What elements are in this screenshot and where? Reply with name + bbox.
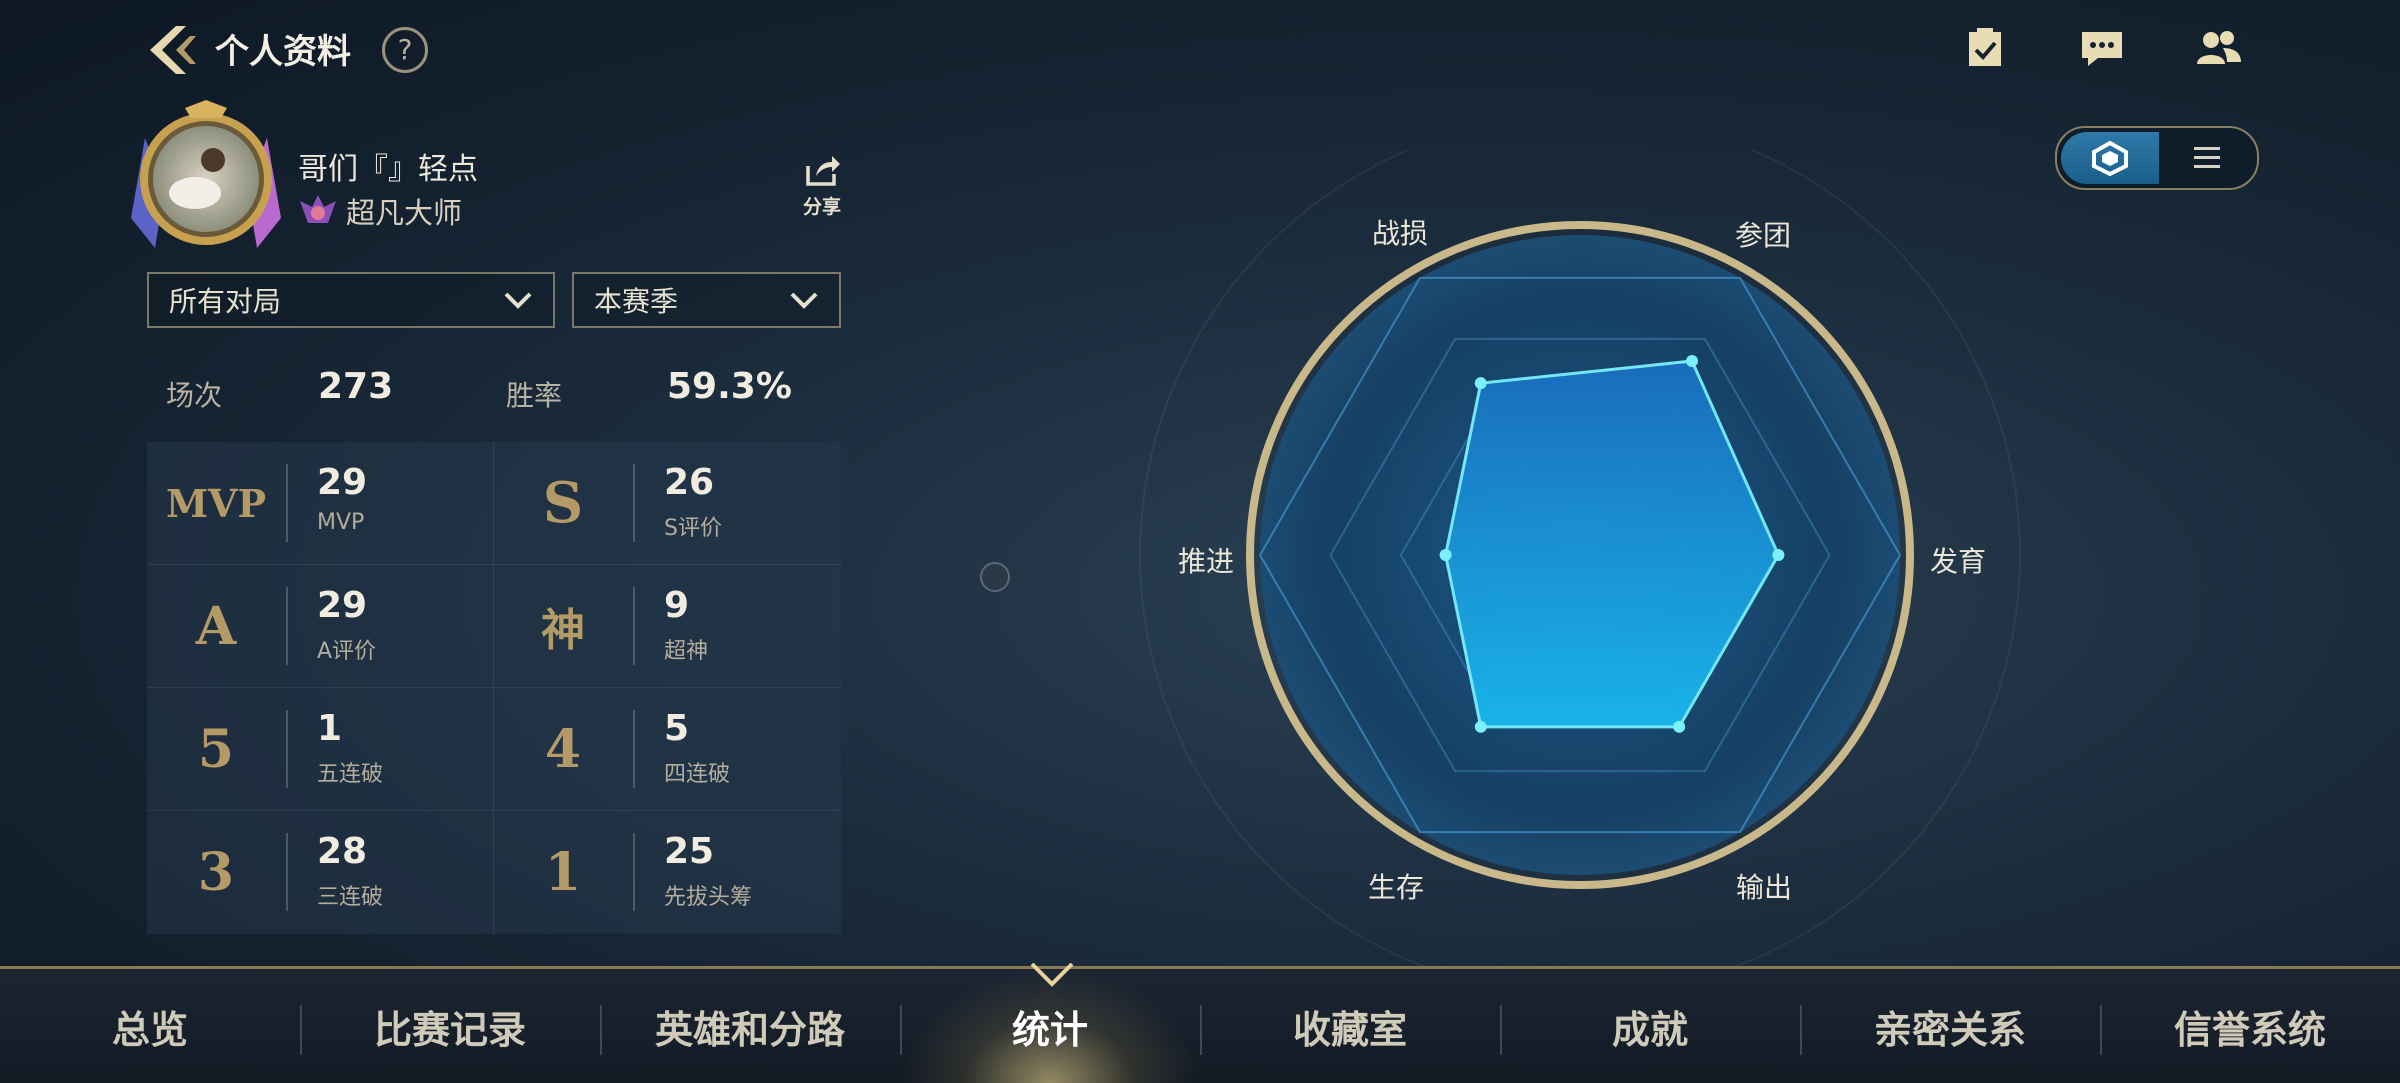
stat-label: 四连破 <box>664 762 731 787</box>
stat-s-rating: S 26 S评价 <box>494 442 841 565</box>
s-rating-icon: S <box>542 470 584 536</box>
stat-value: 5 <box>664 708 690 749</box>
season-value: 本赛季 <box>594 285 679 318</box>
stat-label: 超神 <box>664 639 709 664</box>
tab-credit-system[interactable]: 信誉系统 <box>2100 969 2400 1083</box>
quadra-kill-icon: 4 <box>544 718 582 780</box>
stat-penta-kill: 5 1 五连破 <box>147 688 494 811</box>
radar-axis-label: 参团 <box>1735 219 1792 252</box>
tab-heroes-lanes[interactable]: 英雄和分路 <box>600 969 900 1083</box>
match-type-dropdown[interactable]: 所有对局 <box>147 272 555 328</box>
avatar[interactable] <box>125 98 287 260</box>
chat-icon <box>2082 32 2122 66</box>
stat-value: 28 <box>317 831 368 872</box>
stat-label: MVP <box>317 510 365 535</box>
radar-point <box>1686 355 1698 368</box>
page-title: 个人资料 <box>215 32 351 72</box>
bottom-tab-bar: 总览 比赛记录 英雄和分路 统计 收藏室 成就 亲密关系 信誉系统 <box>0 966 2400 1083</box>
radar-point <box>1439 549 1452 561</box>
tab-match-history[interactable]: 比赛记录 <box>300 969 600 1083</box>
tab-collection[interactable]: 收藏室 <box>1200 969 1500 1083</box>
radar-view-button[interactable] <box>2061 132 2159 184</box>
legendary-icon: 神 <box>541 605 585 656</box>
games-value: 273 <box>318 366 394 407</box>
chevron-down-icon <box>504 292 532 309</box>
active-tab-indicator <box>1030 962 1074 988</box>
season-dropdown[interactable]: 本赛季 <box>572 272 841 328</box>
radar-point <box>1673 720 1686 733</box>
radar-axis-label: 发育 <box>1930 545 1987 578</box>
first-blood-icon: 1 <box>544 842 582 903</box>
rank-badge: 超凡大师 <box>298 190 462 232</box>
share-button[interactable]: 分享 <box>798 152 846 219</box>
stat-value: 29 <box>317 585 368 626</box>
friends-icon <box>2197 31 2241 64</box>
stat-value: 26 <box>664 462 715 503</box>
rank-label: 超凡大师 <box>346 196 463 230</box>
stats-grid: MVP 29 MVP S 26 S评价 A 29 A评价 神 9 超神 5 1 … <box>147 442 841 934</box>
chevron-left-icon <box>150 26 196 74</box>
avatar-frame-icon <box>131 100 281 248</box>
tab-relationships[interactable]: 亲密关系 <box>1800 969 2100 1083</box>
match-type-value: 所有对局 <box>169 285 282 318</box>
stat-triple-kill: 3 28 三连破 <box>147 811 494 934</box>
chat-button[interactable] <box>2072 22 2132 74</box>
task-check-icon <box>1969 28 2001 66</box>
stat-legendary: 神 9 超神 <box>494 565 841 688</box>
stat-label: S评价 <box>664 516 722 541</box>
stat-a-rating: A 29 A评价 <box>147 565 494 688</box>
radar-chart <box>1080 114 2180 996</box>
share-icon <box>806 156 840 186</box>
radar-axis-label: 战损 <box>1372 217 1429 250</box>
task-check-button[interactable] <box>1955 22 2015 74</box>
radar-point <box>1772 549 1785 561</box>
radar-axis-label: 生存 <box>1368 871 1425 904</box>
stat-label: A评价 <box>317 639 377 664</box>
player-name: 哥们『』轻点 <box>298 152 478 187</box>
a-rating-icon: A <box>195 595 237 657</box>
tab-achievements[interactable]: 成就 <box>1500 969 1800 1083</box>
share-label: 分享 <box>802 196 841 218</box>
list-view-button[interactable] <box>2161 132 2253 184</box>
stat-first-blood: 1 25 先拔头筹 <box>494 811 841 934</box>
games-label: 场次 <box>166 379 223 412</box>
winrate-value: 59.3% <box>667 366 792 407</box>
mvp-icon: MVP <box>165 480 267 526</box>
radar-axis-label: 推进 <box>1178 545 1235 578</box>
rank-emblem-icon <box>300 195 336 223</box>
back-button[interactable] <box>140 18 204 82</box>
triple-kill-icon: 3 <box>197 842 235 903</box>
radar-svg <box>1139 114 2021 996</box>
radar-point <box>1474 377 1487 390</box>
penta-kill-icon: 5 <box>197 718 235 780</box>
friends-button[interactable] <box>2188 22 2248 74</box>
stat-label: 五连破 <box>317 762 384 787</box>
list-icon <box>2194 147 2220 168</box>
tab-overview[interactable]: 总览 <box>0 969 300 1083</box>
stat-label: 三连破 <box>317 885 384 910</box>
chevron-down-icon <box>790 292 818 309</box>
radar-axis-label: 输出 <box>1736 871 1793 904</box>
stat-mvp: MVP 29 MVP <box>147 442 494 565</box>
winrate-label: 胜率 <box>506 379 563 412</box>
hexagon-icon <box>2092 140 2128 176</box>
stat-value: 9 <box>664 585 690 626</box>
stat-value: 1 <box>317 708 343 749</box>
stat-label: 先拔头筹 <box>664 885 753 910</box>
page-indicator-dot <box>980 562 1010 592</box>
caret-down-icon <box>1030 962 1074 987</box>
help-button[interactable]: ? <box>382 27 428 73</box>
radar-point <box>1474 720 1487 733</box>
stat-value: 25 <box>664 831 715 872</box>
view-toggle[interactable] <box>2055 126 2259 190</box>
stat-value: 29 <box>317 462 368 503</box>
stat-quadra-kill: 4 5 四连破 <box>494 688 841 811</box>
